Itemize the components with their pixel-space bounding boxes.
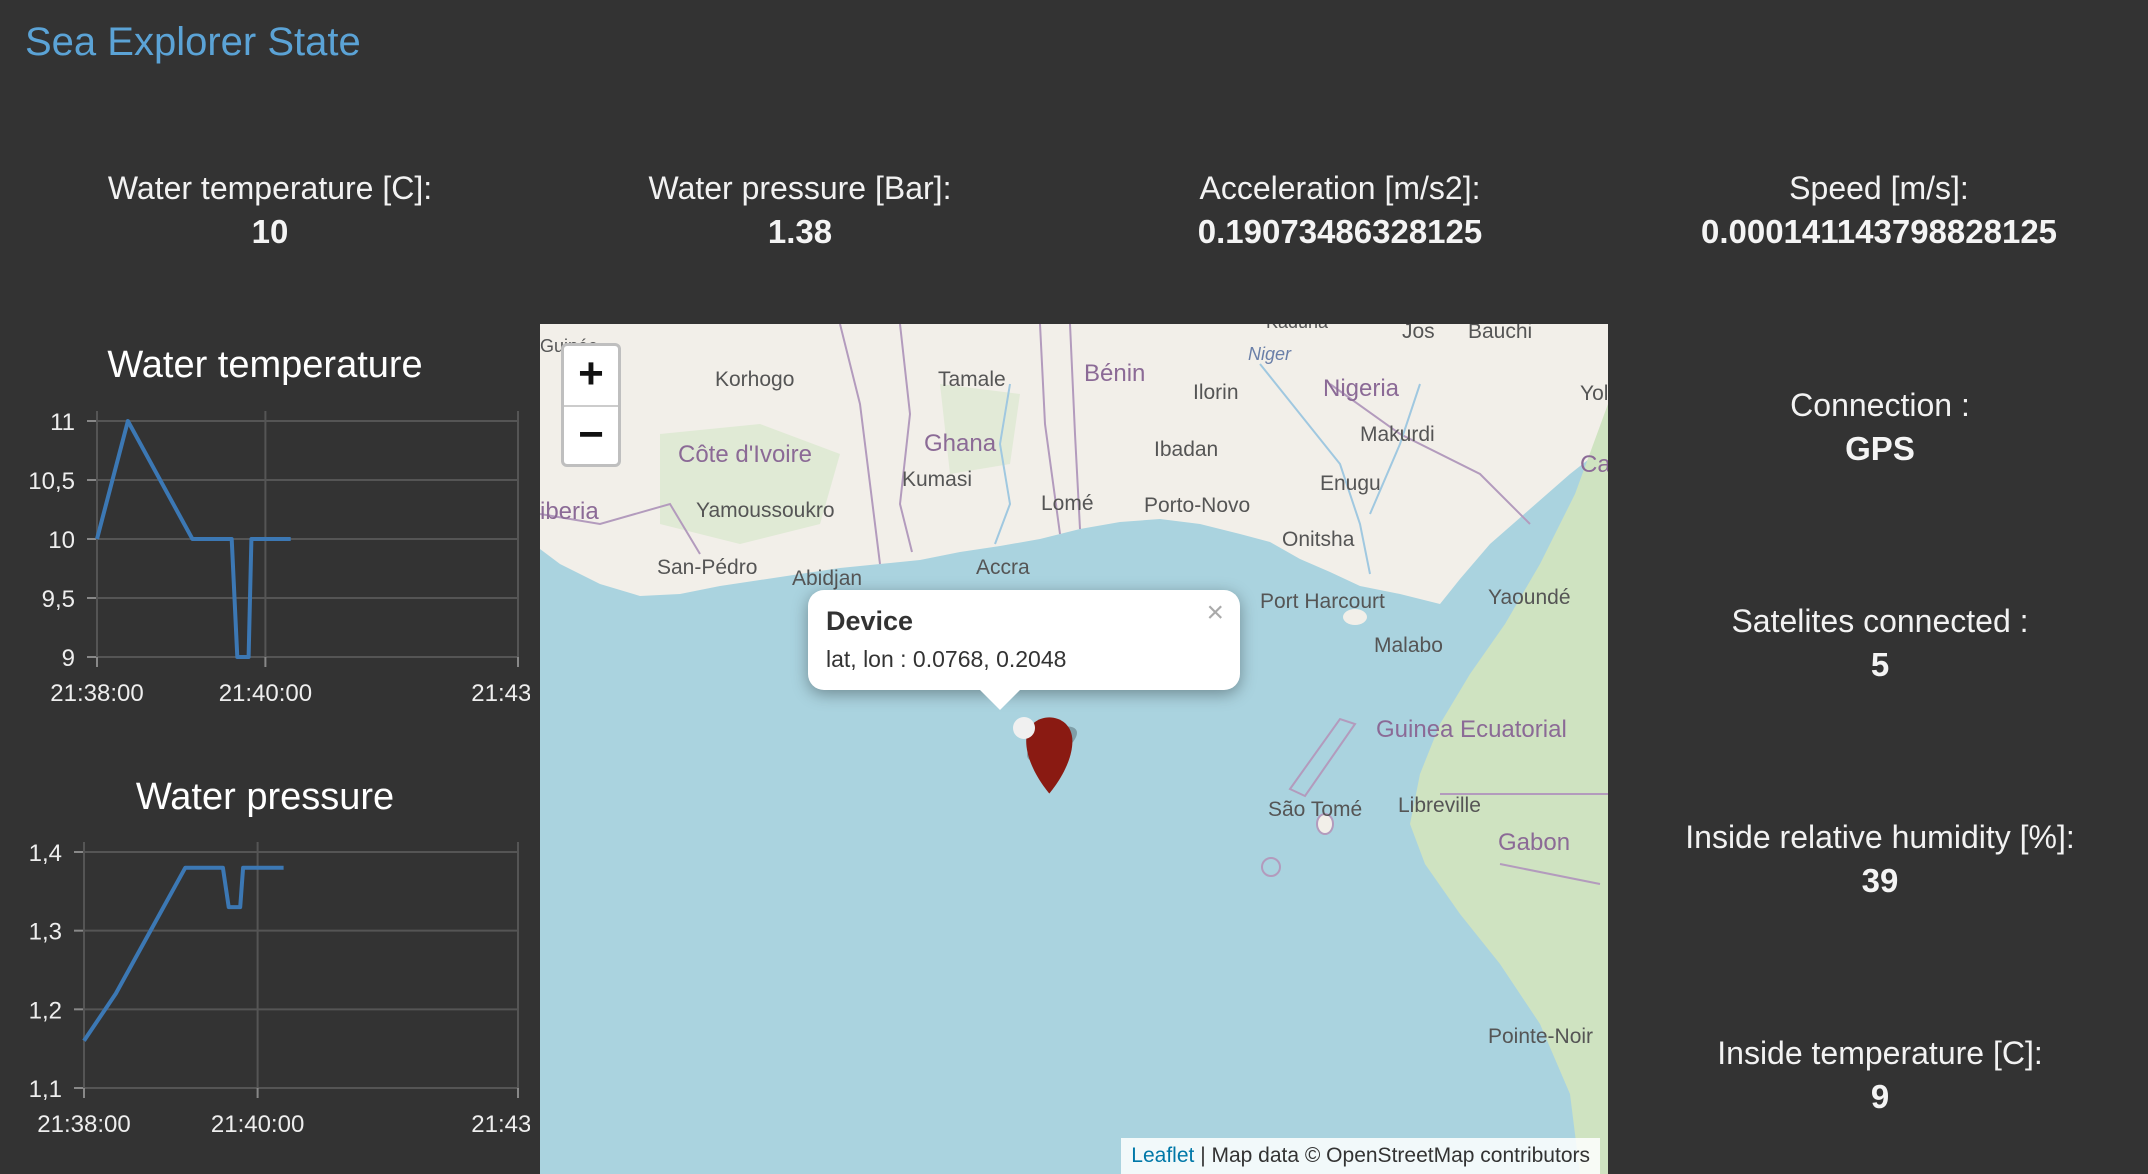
map-label: Yamoussoukro <box>696 499 835 522</box>
map-label: Côte d'Ivoire <box>678 441 812 468</box>
map-label: Niger <box>1248 344 1292 364</box>
metric-value: 10 <box>251 213 289 250</box>
map-label: Accra <box>976 556 1030 579</box>
map-label: Lomé <box>1041 492 1094 515</box>
device-popup: Device lat, lon : 0.0768, 0.2048 × <box>808 590 1240 690</box>
device-marker[interactable] <box>1013 717 1082 794</box>
map-label: Ghana <box>924 430 997 457</box>
metric-label: Acceleration [m/s2]: <box>1199 170 1481 206</box>
metric-label: Water pressure [Bar]: <box>648 170 952 206</box>
metric-value: 39 <box>1861 862 1899 899</box>
metric-acceleration: Acceleration [m/s2]: 0.19073486328125 <box>1070 166 1610 254</box>
x-tick-label: 21:43:00 <box>471 1111 530 1138</box>
map-label: Bauchi <box>1468 324 1532 343</box>
water-pressure-chart: 1,4 1,3 1,2 1,1 21:38:00 21:40:00 21:43:00 <box>29 840 530 1138</box>
metric-value: 0.000141143798828125 <box>1700 213 2058 250</box>
metric-water-temperature: Water temperature [C]: 10 <box>0 166 540 254</box>
x-tick-label: 21:40:00 <box>219 680 312 707</box>
x-tick-label: 21:43:00 <box>471 680 530 707</box>
metric-value: 5 <box>1870 646 1890 683</box>
map-label: Tamale <box>938 368 1006 391</box>
map-label: Libreville <box>1398 794 1481 817</box>
metric-label: Connection : <box>1790 387 1970 423</box>
map-label: Jos <box>1402 324 1435 343</box>
app-title: Sea Explorer State <box>25 20 361 64</box>
metric-inside-humidity: Inside relative humidity [%]: 39 <box>1640 815 2120 903</box>
map-label: Enugu <box>1320 472 1381 495</box>
close-icon[interactable]: × <box>1206 596 1224 630</box>
metric-label: Inside temperature [C]: <box>1717 1035 2043 1071</box>
map-label: Kumasi <box>902 468 972 491</box>
y-tick-label: 9,5 <box>42 586 75 613</box>
island-annobon <box>1261 857 1281 877</box>
metric-inside-temperature: Inside temperature [C]: 9 <box>1640 1031 2120 1119</box>
map-label: Korhogo <box>715 368 794 391</box>
map-label: Gabon <box>1498 829 1570 856</box>
map-label: Makurdi <box>1360 423 1435 446</box>
metric-label: Satelites connected : <box>1731 603 2029 639</box>
y-tick-label: 1,1 <box>29 1076 62 1103</box>
series-line <box>82 865 284 1042</box>
zoom-in-button[interactable]: + <box>564 346 618 407</box>
y-tick-label: 10 <box>48 527 75 554</box>
attribution-text: | Map data © OpenStreetMap contributors <box>1194 1144 1590 1167</box>
map-label: São Tomé <box>1268 798 1362 821</box>
map-label: Malabo <box>1374 634 1443 657</box>
metric-value: GPS <box>1845 430 1915 467</box>
metric-label: Inside relative humidity [%]: <box>1685 819 2075 855</box>
map-label: Yaoundé <box>1488 586 1571 609</box>
map-label: Onitsha <box>1282 528 1355 551</box>
y-tick-label: 9 <box>62 645 75 672</box>
map-label: Pointe-Noir <box>1488 1025 1593 1048</box>
y-tick-label: 1,4 <box>29 840 62 867</box>
metric-label: Water temperature [C]: <box>107 170 433 206</box>
metric-speed: Speed [m/s]: 0.000141143798828125 <box>1609 166 2148 254</box>
metric-value: 9 <box>1870 1078 1890 1115</box>
chart-title-water-pressure: Water pressure <box>135 776 395 818</box>
zoom-control: + − <box>561 343 621 467</box>
map-label: Ca <box>1580 451 1608 478</box>
map-label: Yola <box>1580 382 1608 405</box>
x-tick-label: 21:38:00 <box>37 1111 130 1138</box>
map-label: San-Pédro <box>657 556 757 579</box>
map-label: Porto-Novo <box>1144 494 1250 517</box>
water-temperature-chart: 11 10,5 10 9,5 9 21:38:00 21:40:00 21:43:00 <box>28 409 530 707</box>
y-tick-label: 1,3 <box>29 919 62 946</box>
metric-connection: Connection : GPS <box>1640 383 2120 471</box>
map-attribution: Leaflet | Map data © OpenStreetMap contr… <box>1121 1138 1600 1174</box>
x-tick-label: 21:40:00 <box>211 1111 304 1138</box>
metric-label: Speed [m/s]: <box>1789 170 1969 206</box>
map-label: Bénin <box>1084 360 1145 387</box>
map-label: Abidjan <box>792 567 862 590</box>
leaflet-link[interactable]: Leaflet <box>1131 1144 1194 1167</box>
y-tick-label: 1,2 <box>29 997 62 1024</box>
map-label: Nigeria <box>1323 375 1400 402</box>
metric-satellites: Satelites connected : 5 <box>1640 599 2120 687</box>
metric-value: 0.19073486328125 <box>1197 213 1483 250</box>
zoom-out-button[interactable]: − <box>564 407 618 466</box>
metric-value: 1.38 <box>767 213 833 250</box>
y-tick-label: 11 <box>50 409 75 436</box>
map-label: Kaduna <box>1266 324 1329 332</box>
chart-title-water-temperature: Water temperature <box>107 344 423 386</box>
map-label: Guinea Ecuatorial <box>1376 716 1567 743</box>
map-tiles[interactable]: Korhogo Tamale Bénin Niger Ilorin Nigeri… <box>540 324 1608 1174</box>
x-tick-label: 21:38:00 <box>50 680 143 707</box>
map-label: Ibadan <box>1154 438 1218 461</box>
popup-title: Device <box>826 606 914 636</box>
map[interactable]: Korhogo Tamale Bénin Niger Ilorin Nigeri… <box>540 324 1608 1174</box>
map-label: iberia <box>540 498 599 525</box>
popup-body: lat, lon : 0.0768, 0.2048 <box>826 646 1067 672</box>
y-tick-label: 10,5 <box>28 468 75 495</box>
map-label: Ilorin <box>1193 381 1239 404</box>
popup-tip <box>978 688 1022 710</box>
map-label: Port Harcourt <box>1260 590 1385 613</box>
metric-water-pressure: Water pressure [Bar]: 1.38 <box>530 166 1070 254</box>
